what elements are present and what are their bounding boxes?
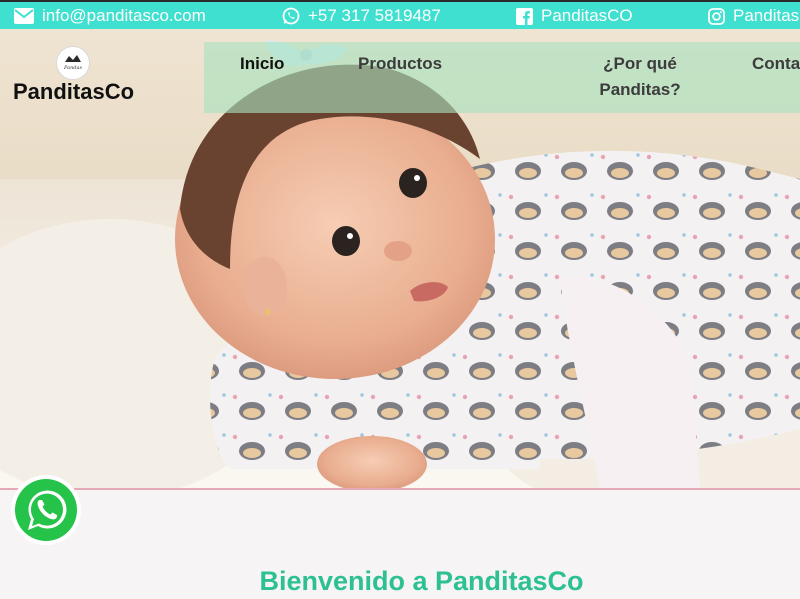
brand-name[interactable]: PanditasCo — [13, 79, 134, 105]
whatsapp-icon — [282, 7, 300, 25]
nav-item-por-que-panditas[interactable]: ¿Por qué Panditas? — [592, 51, 688, 103]
nav-item-contacto[interactable]: Conta — [752, 51, 800, 77]
facebook-icon — [516, 7, 533, 25]
phone-link[interactable]: +57 317 5819487 — [282, 5, 441, 27]
panda-logo-icon[interactable]: Pandas — [56, 46, 90, 80]
nav-item-productos[interactable]: Productos — [358, 51, 442, 77]
instagram-icon — [708, 7, 725, 25]
contact-bar: info@panditasco.com +57 317 5819487 Pand… — [0, 0, 800, 29]
welcome-title: Bienvenido a PanditasCo — [259, 566, 584, 596]
whatsapp-float-icon — [11, 475, 81, 545]
instagram-link[interactable]: Panditas — [708, 5, 799, 27]
instagram-text: Panditas — [733, 6, 800, 25]
email-link[interactable]: info@panditasco.com — [14, 5, 206, 27]
svg-text:Pandas: Pandas — [63, 65, 83, 71]
phone-text: +57 317 5819487 — [308, 6, 441, 25]
nav-item-por-que-line2: Panditas? — [599, 80, 681, 99]
envelope-icon — [14, 8, 34, 24]
email-text: info@panditasco.com — [42, 6, 206, 25]
whatsapp-float-button[interactable] — [10, 474, 82, 546]
main-navigation — [204, 42, 800, 113]
nav-item-por-que-line1: ¿Por qué — [603, 54, 677, 73]
facebook-text: PanditasCO — [541, 6, 633, 25]
nav-item-inicio[interactable]: Inicio — [240, 51, 284, 77]
facebook-link[interactable]: PanditasCO — [516, 5, 633, 27]
